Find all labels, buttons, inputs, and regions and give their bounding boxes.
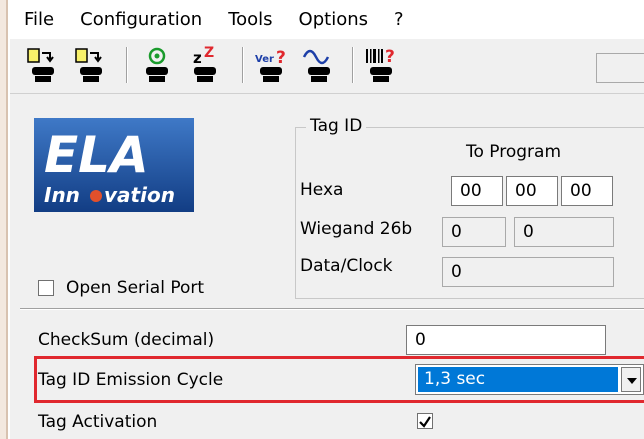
hexa-field-1[interactable]: 00 [451, 176, 503, 206]
hexa-field-2[interactable]: 00 [506, 176, 558, 206]
svg-text:Z: Z [204, 45, 214, 61]
wiegand-field-1: 0 [442, 217, 506, 247]
ela-innovation-logo: ELA Inn vation [34, 118, 194, 212]
data-clock-label: Data/Clock [300, 256, 393, 276]
open-serial-port-label: Open Serial Port [66, 278, 205, 298]
checkmark-icon [419, 416, 431, 428]
app-window: File Configuration Tools Options ? z Z V… [10, 0, 644, 439]
signal-icon [302, 49, 330, 82]
open-serial-port-checkbox[interactable] [38, 280, 54, 296]
read-config-button[interactable] [24, 45, 64, 85]
toolbar-separator [242, 47, 244, 83]
sleep-button[interactable]: z Z [186, 45, 226, 85]
logo-sub-text-2: vation [104, 183, 175, 207]
signal-button[interactable] [300, 45, 340, 85]
menu-bar: File Configuration Tools Options ? [10, 0, 644, 38]
version-query-button[interactable]: Ver ? [252, 45, 292, 85]
wiegand-label: Wiegand 26b [300, 219, 413, 239]
barcode-query-button[interactable]: ? [362, 45, 402, 85]
toolbar-separator [352, 47, 354, 83]
version-query-icon: Ver ? [255, 48, 286, 82]
menu-file[interactable]: File [24, 9, 54, 30]
write-config-icon [75, 48, 102, 82]
wireless-button[interactable] [138, 45, 178, 85]
highlight-box [34, 356, 644, 403]
section-divider [20, 308, 644, 310]
checksum-label: CheckSum (decimal) [38, 330, 215, 350]
toolbar-status-field [596, 53, 644, 83]
svg-text:z: z [193, 49, 202, 67]
svg-text:?: ? [276, 48, 286, 68]
hexa-field-3[interactable]: 00 [561, 176, 613, 206]
menu-tools[interactable]: Tools [228, 9, 272, 30]
write-config-button[interactable] [72, 45, 112, 85]
barcode-query-icon: ? [366, 47, 395, 82]
menu-configuration[interactable]: Configuration [80, 9, 202, 30]
to-program-label: To Program [466, 142, 562, 162]
logo-sub-text-1: Inn [44, 183, 80, 207]
checksum-field[interactable]: 0 [406, 325, 606, 355]
menu-help[interactable]: ? [394, 9, 404, 30]
data-clock-field: 0 [442, 257, 614, 287]
toolbar: z Z Ver ? ? [10, 38, 644, 94]
hexa-label: Hexa [300, 180, 344, 200]
read-config-icon [27, 48, 54, 82]
tag-activation-checkbox[interactable] [417, 413, 433, 429]
menu-options[interactable]: Options [299, 9, 368, 30]
background-window-edge [0, 0, 8, 439]
tag-id-group-title: Tag ID [306, 116, 367, 136]
svg-text:?: ? [385, 47, 395, 67]
wireless-icon [146, 47, 168, 82]
toolbar-separator [126, 47, 128, 83]
wiegand-field-2: 0 [514, 217, 614, 247]
tag-activation-label: Tag Activation [38, 412, 158, 432]
svg-text:Ver: Ver [255, 54, 274, 65]
logo-main-text: ELA [44, 126, 149, 184]
sleep-icon: z Z [193, 45, 216, 82]
